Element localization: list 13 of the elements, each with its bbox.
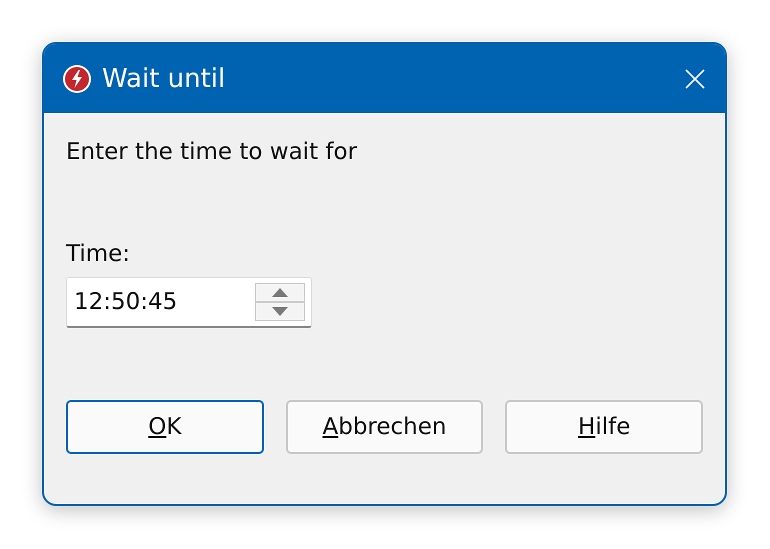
lightning-bolt-icon	[62, 64, 92, 94]
dialog-button[interactable]: Abbrechen	[286, 400, 484, 454]
spin-down-button[interactable]	[255, 302, 305, 321]
window-title: Wait until	[102, 64, 226, 94]
time-label: Time:	[66, 241, 132, 267]
up-triangle-icon	[272, 288, 288, 297]
time-input-field[interactable]: 12:50:45	[66, 277, 312, 328]
prompt-text: Enter the time to wait for	[66, 139, 358, 165]
close-button[interactable]	[683, 66, 707, 90]
dialog-button[interactable]: OK	[66, 400, 264, 454]
spin-up-button[interactable]	[255, 283, 305, 302]
dialog-button[interactable]: Hilfe	[505, 400, 704, 454]
down-triangle-icon	[272, 307, 288, 316]
